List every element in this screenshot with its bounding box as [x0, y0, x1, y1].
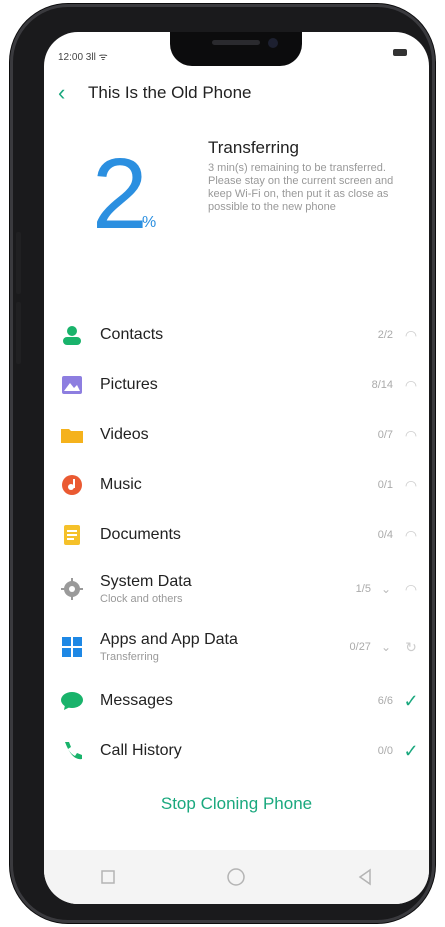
- transfer-status-title: Transferring: [208, 138, 300, 157]
- recent-apps-icon[interactable]: [98, 867, 118, 887]
- item-count: 0/1: [377, 479, 393, 491]
- item-count: 0/0: [377, 745, 393, 757]
- item-count: 8/14: [371, 379, 393, 391]
- music-icon: [60, 473, 84, 497]
- volume-up-button: [16, 232, 21, 294]
- item-label: Pictures: [100, 376, 158, 393]
- item-count: 6/6: [377, 695, 393, 707]
- home-icon[interactable]: [226, 867, 246, 887]
- transfer-list: Contacts 2/2 ◠ Pictures 8/14 ◠ Videos 0/…: [44, 310, 429, 776]
- item-count: 0/4: [377, 529, 393, 541]
- notch: [170, 32, 302, 66]
- front-camera: [268, 38, 278, 48]
- transfer-status-message: 3 min(s) remaining to be transferred. Pl…: [208, 162, 394, 213]
- list-item-pictures[interactable]: Pictures 8/14 ◠: [44, 360, 429, 410]
- item-count: 2/2: [377, 329, 393, 341]
- videos-icon: [60, 423, 84, 447]
- item-label: Call History: [100, 742, 182, 759]
- list-item-system-data[interactable]: System Data Clock and others 1/5 ⌄ ◠: [44, 560, 429, 618]
- loading-icon: ◠: [404, 326, 418, 343]
- call-history-icon: [60, 739, 84, 763]
- loading-icon: ◠: [404, 580, 418, 597]
- item-label: System Data: [100, 573, 192, 590]
- phone-screen: 12:00 3ll ᯤ ‹ This Is the Old Phone 2 % …: [44, 32, 429, 904]
- chevron-down-icon[interactable]: ⌄: [381, 640, 391, 654]
- apps-icon: [60, 635, 84, 659]
- item-label: Documents: [100, 526, 181, 543]
- nav-bar: [44, 850, 429, 904]
- item-count: 1/5: [355, 583, 371, 595]
- item-sublabel: Clock and others: [100, 593, 183, 605]
- item-label: Apps and App Data: [100, 631, 238, 648]
- loading-icon: ◠: [404, 376, 418, 393]
- loading-icon: ◠: [404, 476, 418, 493]
- battery-icon: [393, 49, 407, 56]
- item-count: 0/7: [377, 429, 393, 441]
- list-item-videos[interactable]: Videos 0/7 ◠: [44, 410, 429, 460]
- list-item-music[interactable]: Music 0/1 ◠: [44, 460, 429, 510]
- checkmark-icon: ✓: [403, 690, 419, 711]
- stop-cloning-button[interactable]: Stop Cloning Phone: [44, 794, 429, 814]
- progress-unit: %: [142, 214, 157, 231]
- item-label: Music: [100, 476, 142, 493]
- back-icon[interactable]: ‹: [58, 82, 78, 104]
- list-item-call-history[interactable]: Call History 0/0 ✓: [44, 726, 429, 776]
- documents-icon: [60, 523, 84, 547]
- pictures-icon: [60, 373, 84, 397]
- progress-percentage: 2: [92, 138, 148, 250]
- chevron-down-icon[interactable]: ⌄: [381, 582, 391, 596]
- volume-down-button: [16, 302, 21, 364]
- item-label: Videos: [100, 426, 149, 443]
- item-count: 0/27: [349, 641, 371, 653]
- messages-icon: [60, 689, 84, 713]
- earpiece-speaker: [212, 40, 260, 45]
- list-item-apps[interactable]: Apps and App Data Transferring 0/27 ⌄ ↻: [44, 618, 429, 676]
- list-item-messages[interactable]: Messages 6/6 ✓: [44, 676, 429, 726]
- loading-icon: ◠: [404, 426, 418, 443]
- list-item-contacts[interactable]: Contacts 2/2 ◠: [44, 310, 429, 360]
- status-time: 12:00 3ll ᯤ: [58, 52, 108, 63]
- item-label: Contacts: [100, 326, 164, 343]
- back-nav-icon[interactable]: [355, 867, 375, 887]
- spinner-icon: ↻: [405, 638, 417, 655]
- list-item-documents[interactable]: Documents 0/4 ◠: [44, 510, 429, 560]
- page-title: This Is the Old Phone: [88, 83, 252, 102]
- item-sublabel: Transferring: [100, 651, 159, 663]
- header: ‹ This Is the Old Phone: [58, 82, 251, 104]
- loading-icon: ◠: [404, 526, 418, 543]
- phone-frame: 12:00 3ll ᯤ ‹ This Is the Old Phone 2 % …: [10, 4, 435, 923]
- checkmark-icon: ✓: [403, 740, 419, 761]
- item-label: Messages: [100, 692, 173, 709]
- contacts-icon: [60, 323, 84, 347]
- system-data-icon: [60, 577, 84, 601]
